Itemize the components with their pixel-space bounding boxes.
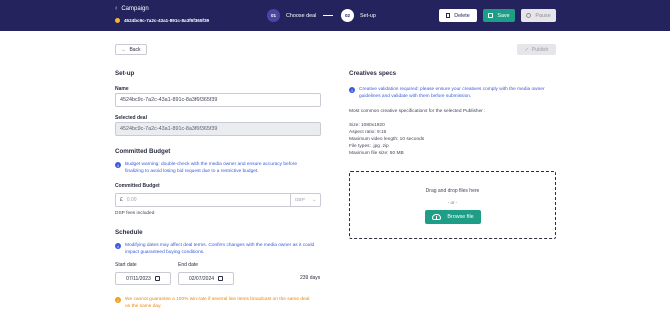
setup-title: Set-up bbox=[115, 70, 135, 77]
top-bar: ‹ Campaign 4524bc9c-7a2c-43a1-891c-8a3f6… bbox=[0, 0, 670, 31]
publish-button[interactable]: ✓ Publish bbox=[517, 44, 556, 55]
step-setup[interactable]: 02 Set-up bbox=[341, 9, 376, 22]
pause-icon bbox=[526, 13, 532, 18]
dropzone-or: - or - bbox=[447, 200, 458, 205]
arrow-left-icon: ← bbox=[121, 46, 127, 53]
chevron-down-icon: ⌄ bbox=[312, 197, 317, 203]
currency-value: GBP bbox=[294, 197, 305, 203]
selected-deal-field: 4524bc9c-7a2c-43a1-891c-8a3f6f365f39 bbox=[115, 122, 321, 136]
budget-warning-text: Budget warning: double-check with the me… bbox=[125, 162, 297, 174]
start-date-value: 07/11/2023 bbox=[126, 275, 151, 282]
trash-icon bbox=[446, 13, 451, 18]
back-label: Back bbox=[129, 46, 141, 53]
step-choose-deal[interactable]: 01 Choose deal bbox=[267, 9, 316, 22]
pause-label: Pause bbox=[535, 12, 551, 19]
duration-days: 239 days bbox=[300, 275, 321, 281]
step-number: 02 bbox=[341, 9, 354, 22]
end-date-input[interactable]: 02/07/2024 bbox=[178, 272, 234, 285]
step-label: Choose deal bbox=[286, 12, 317, 19]
browse-file-button[interactable]: Browse file bbox=[425, 210, 481, 224]
calendar-icon[interactable] bbox=[218, 276, 224, 281]
spec-video-length: Maximum video length: 10 seconds bbox=[349, 137, 425, 142]
budget-warning: i Budget warning: double-check with the … bbox=[115, 161, 315, 175]
budget-input[interactable]: £ 0.00 GBP ⌄ bbox=[115, 193, 321, 207]
breadcrumb-campaign[interactable]: Campaign bbox=[121, 6, 148, 12]
info-icon: i bbox=[349, 87, 355, 93]
cloud-upload-icon bbox=[432, 214, 442, 220]
name-label: Name bbox=[115, 86, 129, 92]
creatives-title: Creatives specs bbox=[349, 70, 397, 77]
spec-aspect-ratio: Aspect ratio: 9:16 bbox=[349, 130, 387, 135]
warning-icon: ! bbox=[115, 297, 121, 303]
delete-label: Delete bbox=[454, 12, 470, 19]
step-number: 01 bbox=[267, 9, 280, 22]
chevron-left-icon: ‹ bbox=[115, 5, 118, 12]
schedule-warning: ! We cannot guarantee a 100% win-rate if… bbox=[115, 296, 315, 310]
info-icon: i bbox=[115, 162, 121, 168]
dropzone-text: Drag and drop files here bbox=[425, 188, 480, 194]
deal-id-text: 4524bc9c-7a2c-43a1-891c-8a3f6f365f39 bbox=[124, 18, 210, 23]
spec-file-types: File types: .jpg .zip bbox=[349, 144, 389, 149]
selected-deal-label: Selected deal bbox=[115, 115, 147, 121]
budget-title: Committed Budget bbox=[115, 148, 171, 155]
calendar-icon[interactable] bbox=[154, 276, 160, 281]
creatives-info: i Creative validation required: please e… bbox=[349, 86, 554, 100]
delete-button[interactable]: Delete bbox=[439, 9, 477, 22]
end-date-label: End date bbox=[178, 262, 199, 268]
start-date-label: Start date bbox=[115, 262, 137, 268]
schedule-warning-text: We cannot guarantee a 100% win-rate if s… bbox=[125, 297, 310, 309]
save-label: Save bbox=[497, 12, 510, 19]
browse-label: Browse file bbox=[447, 214, 474, 220]
publish-label: Publish bbox=[531, 46, 549, 53]
step-connector bbox=[323, 15, 333, 16]
dsp-note: DSP fees included bbox=[115, 211, 155, 216]
save-icon bbox=[488, 13, 494, 18]
breadcrumb[interactable]: ‹ Campaign bbox=[115, 5, 149, 12]
currency-symbol: £ bbox=[120, 197, 123, 203]
common-specs-title: Most common creative specifications for … bbox=[349, 109, 486, 114]
check-icon: ✓ bbox=[524, 46, 529, 53]
file-dropzone[interactable]: Drag and drop files here - or - Browse f… bbox=[349, 171, 556, 239]
deal-id: 4524bc9c-7a2c-43a1-891c-8a3f6f365f39 bbox=[115, 18, 209, 23]
step-label: Set-up bbox=[360, 12, 376, 19]
schedule-info-text: Modifying dates may affect deal terms. C… bbox=[125, 243, 315, 255]
schedule-info: i Modifying dates may affect deal terms.… bbox=[115, 242, 315, 256]
schedule-title: Schedule bbox=[115, 229, 143, 236]
budget-field-label: Committed Budget bbox=[115, 183, 160, 189]
budget-amount-input[interactable]: 0.00 bbox=[123, 197, 290, 203]
spec-file-size: Maximum file size: 50 MB bbox=[349, 151, 404, 156]
spec-size: Size: 1080x1920 bbox=[349, 123, 385, 128]
info-icon: i bbox=[115, 243, 121, 249]
pause-button[interactable]: Pause bbox=[521, 9, 556, 22]
back-button[interactable]: ← Back bbox=[115, 44, 147, 55]
start-date-input[interactable]: 07/11/2023 bbox=[115, 272, 171, 285]
end-date-value: 02/07/2024 bbox=[188, 275, 215, 282]
creatives-info-text: Creative validation required: please ens… bbox=[359, 87, 545, 99]
save-button[interactable]: Save bbox=[483, 9, 515, 22]
status-dot-icon bbox=[115, 18, 120, 23]
currency-select[interactable]: GBP ⌄ bbox=[290, 194, 320, 206]
name-input[interactable]: 4524bc9c-7a2c-43a1-891c-8a3f6f365f39 bbox=[115, 93, 321, 107]
